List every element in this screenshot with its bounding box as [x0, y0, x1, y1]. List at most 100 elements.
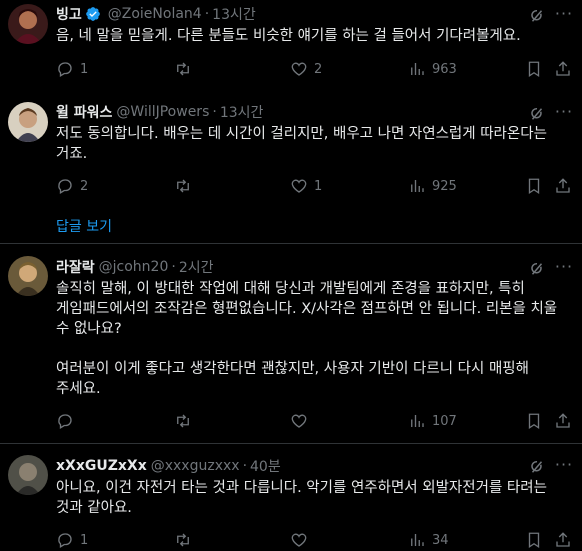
more-icon[interactable]: ··· [554, 457, 574, 477]
tweet-paragraph: 솔직히 말해, 이 방대한 작업에 대해 당신과 개발팀에게 존경을 표하지만,… [56, 281, 558, 337]
tweet-text: 저도 동의합니다. 배우는 데 시간이 걸리지만, 배우고 나면 자연스럽게 따… [56, 126, 547, 162]
grok-icon[interactable] [528, 105, 546, 123]
share-icon [556, 61, 570, 76]
like-icon [291, 414, 307, 428]
reply-icon [58, 533, 72, 548]
views-icon [411, 180, 424, 192]
reply-button[interactable]: 1 [56, 60, 88, 78]
more-icon[interactable]: ··· [554, 6, 574, 26]
reply-count: 1 [80, 61, 89, 77]
more-icon[interactable]: ··· [554, 259, 574, 279]
tweet-text: 아니요, 이건 자전거 타는 것과 다릅니다. 악기를 연주하면서 외발자전거를… [56, 480, 547, 516]
divider [0, 243, 582, 244]
retweet-icon [177, 179, 189, 193]
reply-icon [58, 179, 72, 194]
avatar[interactable] [8, 4, 48, 44]
action-bar: 1 2 963 [56, 60, 570, 80]
author-name[interactable]: xXxGUZxXx [56, 458, 147, 474]
more-icon[interactable]: ··· [554, 104, 574, 124]
timestamp[interactable]: 13시간 [212, 4, 256, 24]
share-icon [556, 178, 570, 193]
like-button[interactable]: 1 [290, 177, 322, 195]
retweet-button[interactable] [174, 177, 198, 195]
reply-button[interactable]: 2 [56, 177, 88, 195]
tweet-paragraph: 여러분이 이게 좋다고 생각한다면 괜찮지만, 사용자 기반이 다르니 다시 매… [56, 361, 529, 397]
reply-button[interactable] [56, 412, 80, 430]
retweet-button[interactable] [174, 60, 198, 78]
author-name[interactable]: 빙고 [56, 4, 82, 24]
bookmark-button[interactable] [525, 531, 549, 549]
retweet-icon [177, 414, 189, 428]
retweet-icon [177, 533, 189, 547]
views-icon [411, 534, 424, 546]
bookmark-icon [528, 178, 540, 195]
tweet-text: 솔직히 말해, 이 방대한 작업에 대해 당신과 개발팀에게 존경을 표하지만,… [56, 279, 570, 399]
show-replies-link[interactable]: 답글 보기 [56, 216, 112, 236]
retweet-button[interactable] [174, 531, 198, 549]
like-count: 2 [314, 61, 323, 77]
separator: · [204, 6, 210, 22]
timestamp[interactable]: 40분 [250, 456, 281, 476]
author-handle[interactable]: @xxxguzxxx [151, 458, 240, 474]
view-count: 34 [432, 532, 449, 548]
action-bar: 2 1 925 [56, 177, 570, 197]
bookmark-button[interactable] [525, 177, 549, 195]
bookmark-icon [528, 61, 540, 78]
grok-icon[interactable] [528, 458, 546, 476]
action-bar: 1 34 [56, 531, 570, 551]
author-name[interactable]: 라잘락 [56, 257, 95, 277]
action-bar: 107 [56, 412, 570, 432]
reply-icon [58, 62, 72, 77]
tweet-4[interactable]: xXxGUZxXx @xxxguzxxx · 40분 ··· 아니요, 이건 자… [0, 452, 582, 549]
reply-count: 1 [80, 532, 89, 548]
avatar[interactable] [8, 102, 48, 142]
like-icon [291, 179, 307, 193]
bookmark-button[interactable] [525, 60, 549, 78]
share-button[interactable] [554, 412, 578, 430]
share-icon [556, 532, 570, 547]
tweet-2[interactable]: 윌 파워스 @WillJPowers · 13시간 ··· 저도 동의합니다. … [0, 98, 582, 206]
views-button[interactable]: 925 [408, 177, 457, 195]
views-icon [411, 415, 424, 427]
tweet-1[interactable]: 빙고 @ZoieNolan4 · 13시간 ··· 음, 네 말을 믿을게. 다… [0, 0, 582, 92]
views-icon [411, 63, 424, 75]
separator: · [242, 458, 248, 474]
author-handle[interactable]: @jcohn20 [99, 259, 169, 275]
tweet-text: 음, 네 말을 믿을게. 다른 분들도 비슷한 얘기를 하는 걸 들어서 기다려… [56, 28, 521, 44]
divider [0, 443, 582, 444]
views-button[interactable]: 34 [408, 531, 449, 549]
bookmark-icon [528, 532, 540, 549]
author-handle[interactable]: @WillJPowers [116, 104, 209, 120]
author-name[interactable]: 윌 파워스 [56, 102, 112, 122]
reply-count: 2 [80, 178, 89, 194]
separator: · [171, 259, 176, 275]
like-button[interactable] [290, 531, 314, 549]
tweet-3[interactable]: 라잘락 @jcohn20 · 2시간 ··· 솔직히 말해, 이 방대한 작업에… [0, 254, 582, 438]
reply-icon [58, 414, 72, 429]
grok-icon[interactable] [528, 7, 546, 25]
timestamp[interactable]: 2시간 [179, 257, 214, 277]
like-icon [291, 533, 307, 547]
like-icon [291, 62, 307, 76]
retweet-button[interactable] [174, 412, 198, 430]
reply-button[interactable]: 1 [56, 531, 88, 549]
share-button[interactable] [554, 60, 578, 78]
bookmark-icon [528, 413, 540, 430]
views-button[interactable]: 963 [408, 60, 457, 78]
share-button[interactable] [554, 177, 578, 195]
like-button[interactable]: 2 [290, 60, 322, 78]
timestamp[interactable]: 13시간 [220, 102, 264, 122]
like-count: 1 [314, 178, 323, 194]
bookmark-button[interactable] [525, 412, 549, 430]
author-handle[interactable]: @ZoieNolan4 [108, 6, 202, 22]
views-button[interactable]: 107 [408, 412, 457, 430]
verified-icon [85, 7, 100, 21]
avatar[interactable] [8, 455, 48, 495]
avatar[interactable] [8, 256, 48, 296]
grok-icon[interactable] [528, 260, 546, 278]
view-count: 925 [432, 178, 457, 194]
retweet-icon [177, 62, 189, 76]
like-button[interactable] [290, 412, 314, 430]
share-icon [556, 413, 570, 428]
share-button[interactable] [554, 531, 578, 549]
